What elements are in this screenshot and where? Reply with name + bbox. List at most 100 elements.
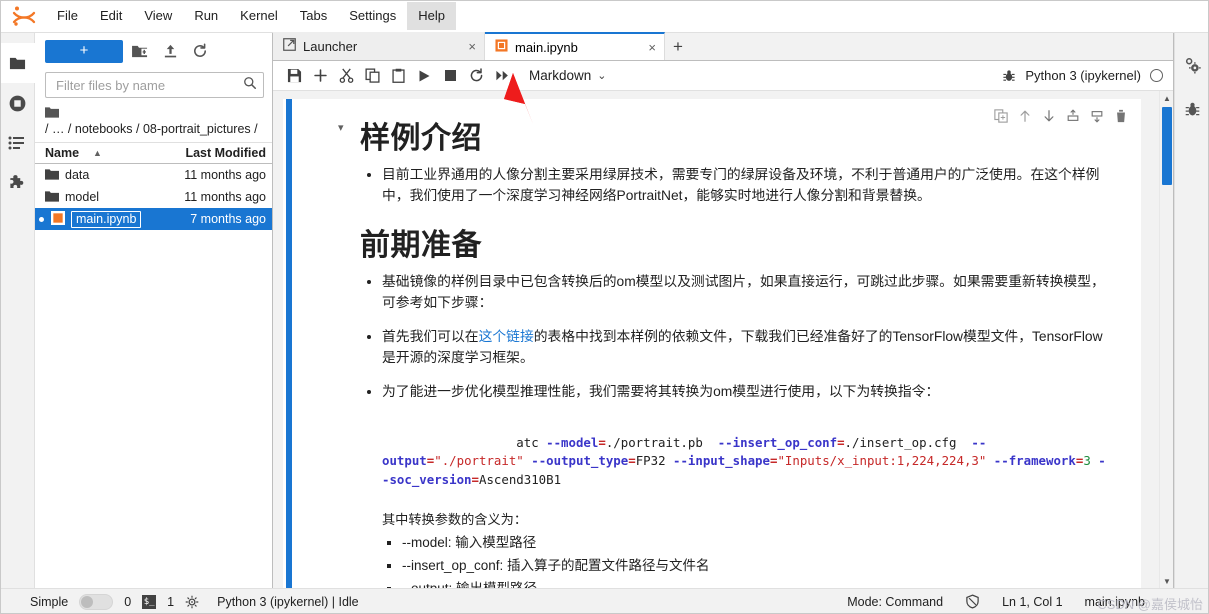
no-entry-icon[interactable]	[965, 594, 980, 609]
code-token: Ascend310B1	[479, 471, 562, 487]
cell-action-toolbar	[990, 106, 1131, 126]
tab-main-ipynb[interactable]: main.ipynb ×	[485, 32, 665, 60]
code-token: ./portrait.pb	[605, 434, 718, 450]
move-cell-down-icon[interactable]	[1038, 106, 1059, 126]
status-bar: Simple 0 $_ 1 Python 3 (ipykernel) | Idl…	[0, 588, 1209, 614]
file-name-cell: model	[35, 190, 168, 205]
list-item[interactable]: main.ipynb 7 months ago	[35, 208, 272, 230]
upload-icon[interactable]	[157, 39, 183, 63]
left-activity-bar	[0, 33, 35, 588]
scrollbar-thumb[interactable]	[1162, 107, 1172, 185]
insert-cell-above-icon[interactable]	[1062, 106, 1083, 126]
menu-kernel[interactable]: Kernel	[229, 2, 289, 30]
cell-type-dropdown[interactable]: Markdown ⌄	[529, 68, 607, 83]
file-list-header: Name ▲ Last Modified	[35, 142, 272, 164]
simple-mode-label: Simple	[30, 594, 69, 609]
move-cell-up-icon[interactable]	[1014, 106, 1035, 126]
folder-icon	[45, 168, 59, 183]
code-token: 3	[1083, 453, 1091, 468]
tab-launcher[interactable]: Launcher ×	[273, 32, 485, 60]
list-item-modified: 7 months ago	[190, 212, 266, 226]
search-input[interactable]	[54, 76, 243, 94]
simple-mode-toggle[interactable]	[79, 593, 114, 610]
column-header-last-modified[interactable]: Last Modified	[168, 146, 272, 160]
restart-run-all-icon[interactable]	[489, 63, 515, 89]
code-token: =	[837, 434, 845, 450]
code-token: =	[628, 453, 636, 468]
file-name-cell: main.ipynb	[35, 210, 168, 228]
bullet-list-preparation: 基础镜像的样例目录中已包含转换后的om模型以及测试图片，如果直接运行，可跳过此步…	[360, 271, 1111, 402]
menu-view[interactable]: View	[133, 2, 183, 30]
list-item-label: main.ipynb	[71, 210, 142, 228]
file-browser-icon[interactable]	[0, 43, 35, 83]
commands-icon[interactable]	[0, 123, 35, 163]
chevron-down-icon: ⌄	[597, 70, 607, 82]
insert-cell-below-icon[interactable]	[1086, 106, 1107, 126]
notebook-cell-markdown[interactable]: ▾ 样例介绍 • 目前工业界通用的人像分割主要采用绿屏技术，需要专门的绿屏设备及…	[283, 99, 1141, 588]
close-icon[interactable]: ×	[468, 39, 476, 54]
list-item-with-link: 首先我们可以在这个链接的表格中找到本样例的依赖文件，下载我们已经准备好了的Ten…	[382, 326, 1111, 368]
menu-settings[interactable]: Settings	[338, 2, 407, 30]
property-inspector-icon[interactable]	[1175, 43, 1209, 87]
duplicate-cell-icon[interactable]	[990, 106, 1011, 126]
extension-manager-icon[interactable]	[0, 163, 35, 203]
stop-icon[interactable]	[437, 63, 463, 89]
save-icon[interactable]	[281, 63, 307, 89]
scroll-down-icon[interactable]: ▼	[1160, 574, 1174, 588]
menu-tabs[interactable]: Tabs	[289, 2, 338, 30]
code-token: --framework	[993, 453, 1076, 468]
new-launcher-button[interactable]: +	[45, 39, 123, 63]
close-icon[interactable]: ×	[648, 40, 656, 55]
kernel-idle-indicator-icon	[1150, 69, 1163, 82]
column-header-name[interactable]: Name ▲	[35, 146, 168, 160]
collapse-heading-icon[interactable]: ▾	[338, 121, 344, 134]
bug-icon[interactable]	[1002, 69, 1016, 83]
status-bar-left: Simple 0 $_ 1 Python 3 (ipykernel) | Idl…	[30, 593, 359, 610]
reference-link[interactable]: 这个链接	[479, 329, 534, 344]
list-item-modified: 11 months ago	[184, 168, 266, 182]
cut-icon[interactable]	[333, 63, 359, 89]
delete-cell-icon[interactable]	[1110, 106, 1131, 126]
scroll-up-icon[interactable]: ▲	[1160, 91, 1174, 105]
markdown-rendered-body: 样例介绍 目前工业界通用的人像分割主要采用绿屏技术，需要专门的绿屏设备及环境，不…	[292, 103, 1141, 588]
breadcrumb[interactable]: / … / notebooks / 08-portrait_pictures /	[35, 102, 272, 142]
restart-icon[interactable]	[463, 63, 489, 89]
file-browser-panel: + Filter files by name / … / notebooks /…	[35, 33, 273, 588]
run-icon[interactable]	[411, 63, 437, 89]
new-folder-icon[interactable]	[127, 39, 153, 63]
list-item[interactable]: model 11 months ago	[35, 186, 272, 208]
running-sessions-icon[interactable]	[0, 83, 35, 123]
insert-cell-icon[interactable]	[307, 63, 333, 89]
main-area: Launcher × main.ipynb × + Markdown ⌄ Pyt…	[273, 32, 1174, 588]
paste-icon[interactable]	[385, 63, 411, 89]
notebook-scrollbar[interactable]: ▲ ▼	[1159, 91, 1173, 588]
menu-help[interactable]: Help	[407, 2, 456, 30]
menu-file[interactable]: File	[46, 2, 89, 30]
status-bar-right: Mode: Command Ln 1, Col 1 main.ipynb	[847, 594, 1201, 609]
kernel-icon[interactable]	[185, 595, 199, 609]
menu-bar: File Edit View Run Kernel Tabs Settings …	[0, 0, 1209, 33]
code-block-atc-command: atc --model=./portrait.pb --insert_op_co…	[382, 415, 1111, 508]
debugger-icon[interactable]	[1175, 87, 1209, 131]
list-item[interactable]: data 11 months ago	[35, 164, 272, 186]
copy-icon[interactable]	[359, 63, 385, 89]
notebook-mode-label: Mode: Command	[847, 594, 944, 609]
code-token: --model	[546, 434, 599, 450]
menu-edit[interactable]: Edit	[89, 2, 133, 30]
code-token: --output_type	[531, 453, 629, 468]
list-item-label: model	[65, 190, 100, 204]
list-item: --insert_op_conf: 插入算子的配置文件路径与文件名	[402, 555, 1111, 577]
new-tab-button[interactable]: +	[665, 34, 691, 60]
breadcrumb-path[interactable]: / … / notebooks / 08-portrait_pictures /	[45, 122, 258, 137]
tab-bar: Launcher × main.ipynb × +	[273, 32, 1173, 61]
refresh-icon[interactable]	[187, 39, 213, 63]
filter-files-box[interactable]	[45, 72, 264, 98]
kernel-name-label[interactable]: Python 3 (ipykernel)	[1025, 68, 1141, 83]
menu-run[interactable]: Run	[183, 2, 229, 30]
code-token: --insert_op_conf	[717, 434, 838, 450]
file-browser-toolbar: +	[35, 33, 272, 69]
terminal-icon[interactable]: $_	[142, 594, 157, 609]
notebook-canvas: ▾ 样例介绍 • 目前工业界通用的人像分割主要采用绿屏技术，需要专门的绿屏设备及…	[273, 91, 1159, 588]
breadcrumb-home-folder-icon[interactable]	[45, 106, 59, 122]
file-list: data 11 months ago model 11 months ago m…	[35, 164, 272, 230]
